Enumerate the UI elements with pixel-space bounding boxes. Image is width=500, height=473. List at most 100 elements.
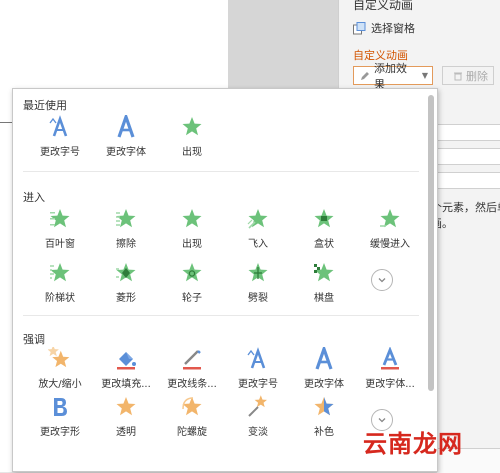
font-color-icon <box>381 347 399 370</box>
effect-item-0-2[interactable]: 出现 <box>159 115 225 161</box>
effect-label: 阶梯状 <box>45 293 75 304</box>
effect-item-1-10[interactable]: 棋盘 <box>291 261 357 307</box>
pane-field-2[interactable] <box>429 148 500 165</box>
add-effect-button[interactable]: 添加效果 ▼ <box>353 62 433 91</box>
font-size-icon <box>49 115 68 137</box>
effect-label: 菱形 <box>116 293 136 304</box>
select-pane-button[interactable]: 选择窗格 <box>353 20 415 36</box>
select-pane-label: 选择窗格 <box>371 22 415 35</box>
effect-item-1-6[interactable]: 阶梯状 <box>27 261 93 307</box>
grow-shrink-star-icon <box>48 347 70 368</box>
pane-hint-text: 个元素，然后单 画。 <box>431 200 500 232</box>
effect-label: 更改填充... <box>101 379 151 390</box>
effect-item-2-10[interactable]: 补色 <box>291 395 357 441</box>
font-style-icon <box>54 398 67 416</box>
effect-label: 擦除 <box>116 239 136 250</box>
pencil-icon <box>360 71 369 80</box>
appear-star-icon <box>182 209 202 228</box>
effect-label: 更改字体 <box>106 147 146 158</box>
effect-label: 棋盘 <box>314 293 334 304</box>
pane-title: 自定义动画 <box>353 0 414 12</box>
effect-label: 更改字形 <box>40 427 80 438</box>
wheel-star-icon <box>182 263 202 282</box>
appear-star-icon <box>182 117 202 136</box>
pane-hint-line-1: 个元素，然后单 <box>431 201 500 214</box>
effect-item-1-1[interactable]: 擦除 <box>93 207 159 253</box>
effect-label: 更改线条... <box>167 379 217 390</box>
trash-icon <box>454 72 462 80</box>
effect-item-1-9[interactable]: 劈裂 <box>225 261 291 307</box>
chessboard-star-icon <box>314 263 334 282</box>
effect-item-1-0[interactable]: 百叶窗 <box>27 207 93 253</box>
effect-label: 更改字号 <box>238 379 278 390</box>
effect-item-2-8[interactable]: 陀螺旋 <box>159 395 225 441</box>
section-divider <box>23 315 419 316</box>
delete-button[interactable]: 删除 <box>442 66 494 85</box>
effect-item-1-8[interactable]: 轮子 <box>159 261 225 307</box>
fill-color-icon <box>117 352 136 370</box>
effect-item-1-3[interactable]: 飞入 <box>225 207 291 253</box>
font-icon <box>117 115 135 138</box>
effect-label: 出现 <box>182 239 202 250</box>
chevron-down-icon <box>378 278 386 283</box>
checkerboard-star-icon <box>50 263 70 282</box>
effect-label: 放大/缩小 <box>38 379 82 390</box>
effect-label: 更改字体... <box>365 379 415 390</box>
effect-label: 更改字号 <box>40 147 80 158</box>
add-effect-label: 添加效果 <box>373 61 407 91</box>
effect-item-0-0[interactable]: 更改字号 <box>27 115 93 161</box>
effect-label: 劈裂 <box>248 293 268 304</box>
effect-item-2-3[interactable]: 更改字号 <box>225 347 291 393</box>
effect-item-2-4[interactable]: 更改字体 <box>291 347 357 393</box>
chevron-down-icon: ▼ <box>421 71 428 80</box>
transparency-star-icon <box>116 397 136 416</box>
effect-label: 盒状 <box>314 239 334 250</box>
section-title-emphasis: 强调 <box>23 333 45 346</box>
diamond-star-icon <box>116 263 136 282</box>
split-star-icon <box>248 263 268 282</box>
effect-label: 补色 <box>314 427 334 438</box>
effect-label: 出现 <box>182 147 202 158</box>
pane-hint-line-2: 画。 <box>431 217 453 230</box>
effect-label: 百叶窗 <box>45 239 75 250</box>
fly-in-star-icon <box>247 209 268 229</box>
more-entrance-effects-button[interactable] <box>371 269 393 291</box>
effect-label: 陀螺旋 <box>177 427 207 438</box>
box-star-icon <box>314 209 334 228</box>
effect-item-2-5[interactable]: 更改字体... <box>357 347 423 393</box>
effect-item-2-7[interactable]: 透明 <box>93 395 159 441</box>
fade-star-icon <box>248 395 267 417</box>
effect-label: 飞入 <box>248 239 268 250</box>
effect-label: 更改字体 <box>304 379 344 390</box>
effect-item-1-4[interactable]: 盒状 <box>291 207 357 253</box>
complementary-color-star-icon <box>314 397 334 416</box>
section-title-recent: 最近使用 <box>23 99 67 112</box>
crawl-in-star-icon <box>380 209 400 228</box>
effect-item-2-6[interactable]: 更改字形 <box>27 395 93 441</box>
font-size-icon <box>247 347 266 369</box>
effect-label: 轮子 <box>182 293 202 304</box>
watermark: 云南龙网 <box>363 430 463 458</box>
effect-item-2-0[interactable]: 放大/缩小 <box>27 347 93 393</box>
effect-label: 缓慢进入 <box>370 239 410 250</box>
pane-field-1[interactable] <box>429 124 500 141</box>
effect-item-1-7[interactable]: 菱形 <box>93 261 159 307</box>
blinds-star-icon <box>50 209 70 228</box>
effect-item-1-5[interactable]: 缓慢进入 <box>357 207 423 253</box>
pane-field-3[interactable] <box>429 172 500 189</box>
add-effect-dropdown: 最近使用 进入 强调 更改字号 更改字体 出现 百叶窗 擦除 出现 飞入 盒状 缓慢进入 阶梯状菱… <box>12 88 438 472</box>
effect-item-2-2[interactable]: 更改线条... <box>159 347 225 393</box>
spin-star-icon <box>182 397 202 416</box>
line-color-icon <box>183 350 201 370</box>
effect-label: 变淡 <box>248 427 268 438</box>
section-title-entrance: 进入 <box>23 191 45 204</box>
effect-item-2-9[interactable]: 变淡 <box>225 395 291 441</box>
effect-item-0-1[interactable]: 更改字体 <box>93 115 159 161</box>
font-icon <box>315 347 333 370</box>
select-pane-icon <box>353 21 366 34</box>
section-divider <box>23 171 419 172</box>
dropdown-scrollbar[interactable] <box>428 95 434 391</box>
wipe-star-icon <box>116 209 136 228</box>
effect-item-2-1[interactable]: 更改填充... <box>93 347 159 393</box>
effect-item-1-2[interactable]: 出现 <box>159 207 225 253</box>
